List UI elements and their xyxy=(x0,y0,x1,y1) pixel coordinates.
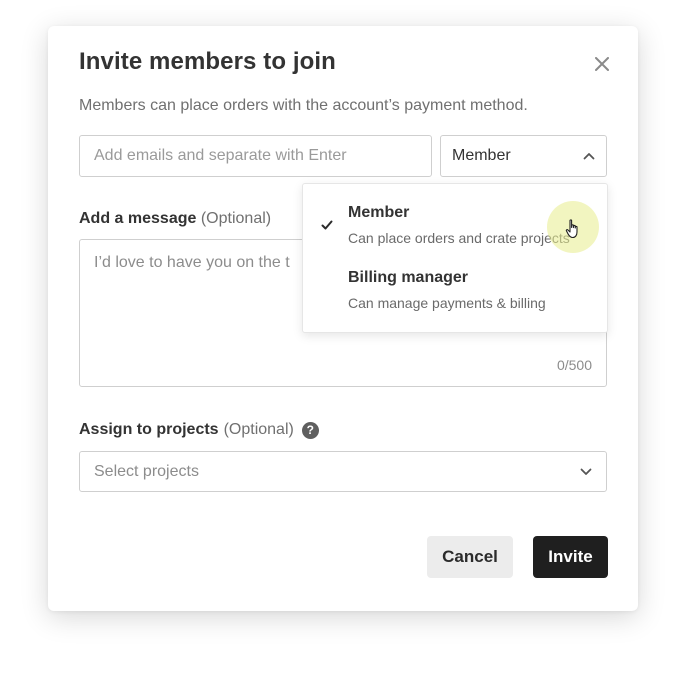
projects-select[interactable]: Select projects xyxy=(79,451,607,492)
role-select-value: Member xyxy=(452,147,511,164)
role-option-description: Can manage payments & billing xyxy=(348,295,546,311)
chevron-down-icon xyxy=(580,468,592,475)
invite-button[interactable]: Invite xyxy=(533,536,608,578)
check-icon xyxy=(321,220,333,230)
message-label-text: Add a message xyxy=(79,210,197,227)
email-input[interactable] xyxy=(79,135,432,177)
help-icon[interactable]: ? xyxy=(301,421,319,439)
hand-pointer-icon xyxy=(565,219,578,239)
character-counter: 0/500 xyxy=(556,357,592,373)
close-icon xyxy=(595,57,609,71)
projects-label: Assign to projects (Optional) ? xyxy=(79,421,319,439)
role-option-description: Can place orders and crate projects xyxy=(348,230,570,246)
dialog-subtitle: Members can place orders with the accoun… xyxy=(79,97,528,114)
projects-optional-text: (Optional) xyxy=(223,421,294,438)
message-label: Add a message (Optional) xyxy=(79,210,271,228)
role-option-name: Billing manager xyxy=(348,269,469,286)
dialog-title: Invite members to join xyxy=(79,48,336,75)
close-button[interactable] xyxy=(591,53,613,75)
message-optional-text: (Optional) xyxy=(200,210,272,227)
role-select[interactable]: Member xyxy=(440,135,607,177)
cancel-button[interactable]: Cancel xyxy=(427,536,513,578)
role-option-name: Member xyxy=(348,204,410,221)
role-option-billing-manager[interactable]: Billing manager Can manage payments & bi… xyxy=(303,261,607,323)
projects-select-placeholder: Select projects xyxy=(94,462,199,480)
projects-label-text: Assign to projects xyxy=(79,421,219,438)
chevron-up-icon xyxy=(583,153,595,160)
